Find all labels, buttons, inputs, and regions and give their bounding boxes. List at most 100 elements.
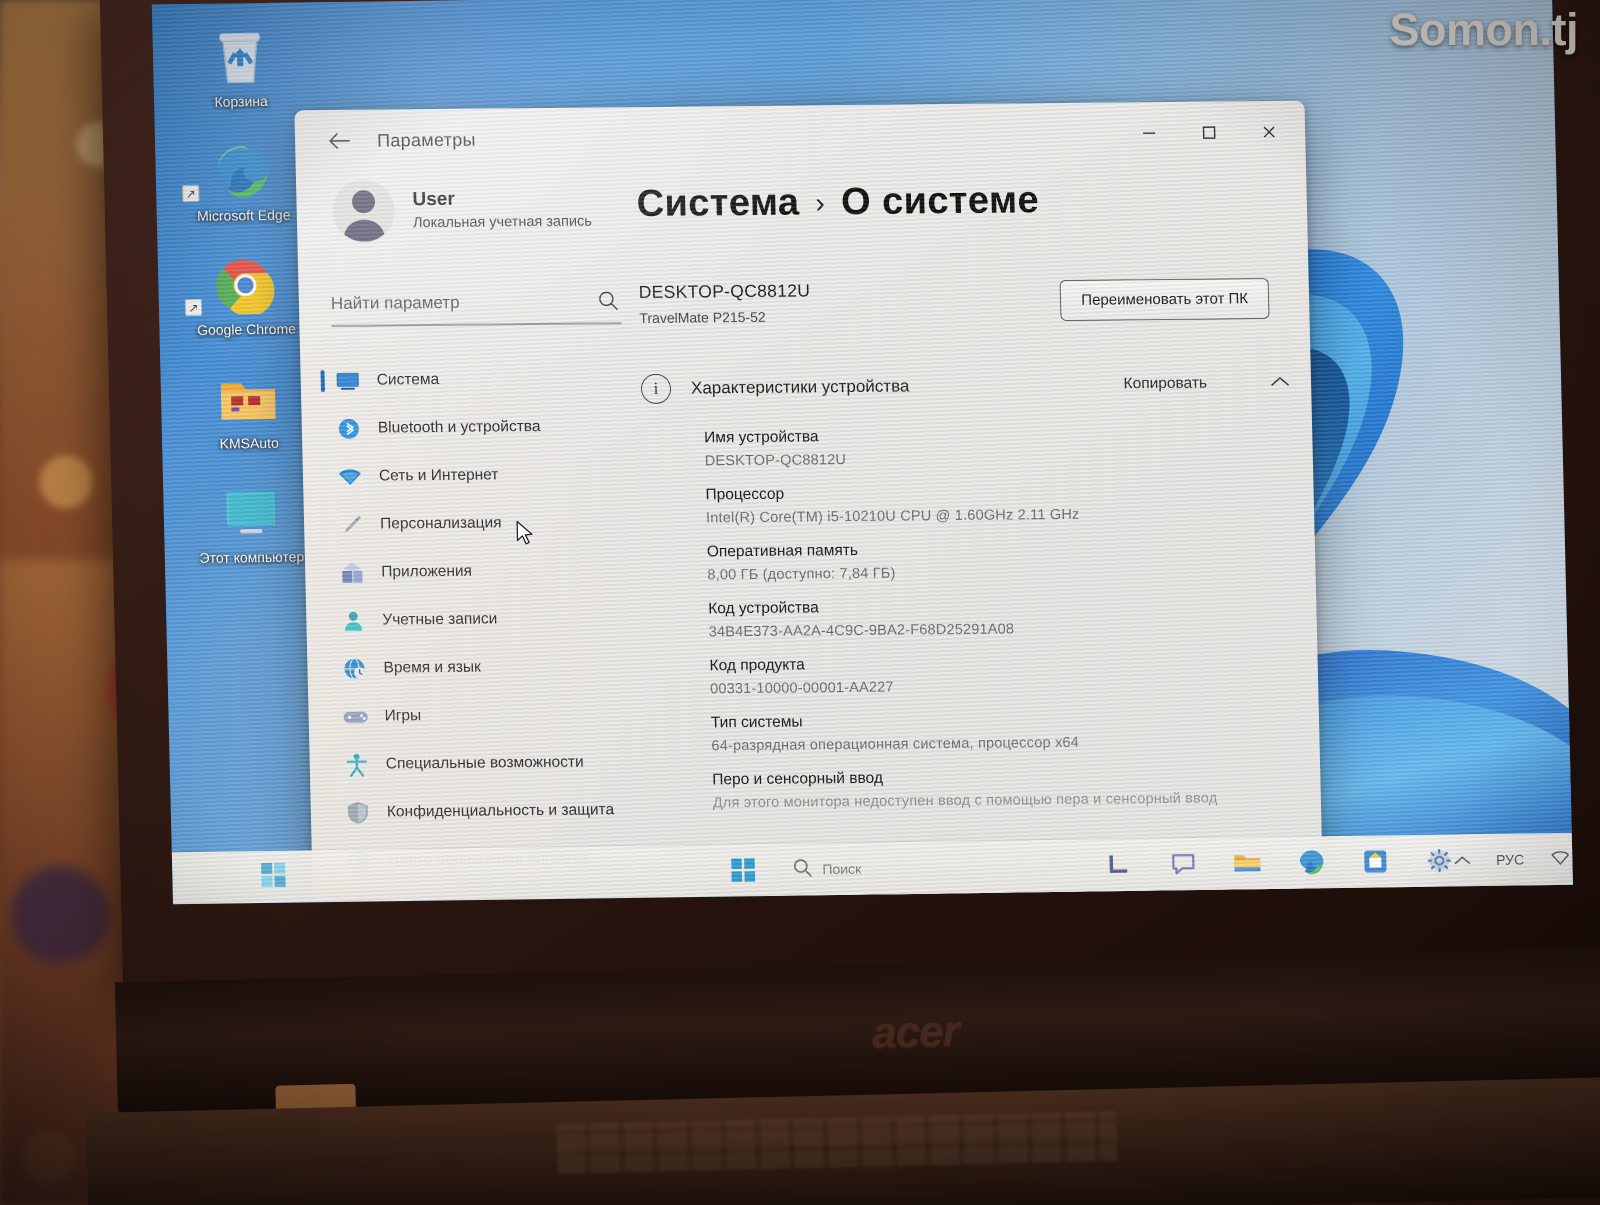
sidebar-item-label: Учетные записи	[382, 610, 498, 629]
language-indicator[interactable]: РУС	[1496, 851, 1524, 867]
desktop-icon-label: Google Chrome	[196, 320, 297, 339]
this-pc-icon	[185, 481, 317, 547]
search-icon	[597, 289, 620, 316]
laptop-screen: Корзина ↗ Microsoft Edge ↗ Google Chrome…	[151, 0, 1573, 905]
window-controls	[1119, 109, 1300, 157]
sidebar-item-label: Игры	[384, 707, 422, 725]
acer-brand-logo: acer	[871, 1006, 960, 1058]
rename-pc-button[interactable]: Переименовать этот ПК	[1059, 278, 1270, 322]
desktop-icon-recycle-bin[interactable]: Корзина	[174, 24, 306, 110]
close-button[interactable]	[1239, 109, 1300, 156]
device-specifications-card: i Характеристики устройства Копировать И…	[640, 364, 1299, 812]
sidebar-item-privacy-security[interactable]: Конфиденциальность и защита	[336, 786, 623, 837]
folder-icon	[182, 367, 314, 433]
pc-identity-row: DESKTOP-QC8812U TravelMate P215-52 Переи…	[638, 276, 1270, 327]
sidebar-item-bluetooth-devices[interactable]: Bluetooth и устройства	[327, 402, 614, 453]
desktop-icon-google-chrome[interactable]: ↗ Google Chrome	[180, 253, 312, 339]
spec-key: Тип системы	[710, 713, 803, 732]
breadcrumb-parent[interactable]: Система	[636, 182, 800, 227]
chat-icon[interactable]	[1168, 849, 1199, 879]
sidebar-item-gaming[interactable]: Игры	[334, 690, 621, 741]
settings-window: Параметры User Локальная учетная запись …	[294, 100, 1324, 901]
bluetooth-icon	[336, 416, 363, 442]
desktop-icon-label: Microsoft Edge	[196, 206, 291, 225]
spec-key: Имя устройства	[703, 428, 819, 447]
spec-value: Intel(R) Core(TM) i5-10210U CPU @ 1.60GH…	[705, 506, 1080, 527]
spec-value: DESKTOP-QC8812U	[704, 452, 847, 470]
taskbar-search-label: Поиск	[822, 860, 862, 878]
settings-gear-icon[interactable]	[1424, 845, 1455, 875]
back-button[interactable]	[319, 123, 360, 159]
account-subtitle: Локальная учетная запись	[412, 213, 592, 232]
sidebar-item-label: Конфиденциальность и защита	[386, 801, 615, 821]
window-body: User Локальная учетная запись Найти пара…	[296, 163, 1324, 900]
window-titlebar: Параметры	[294, 101, 1306, 173]
info-icon: i	[640, 373, 672, 405]
breadcrumb: Система › О системе	[636, 177, 1267, 226]
pc-model: TravelMate P215-52	[639, 308, 766, 327]
spec-value: 8,00 ГБ (доступно: 7,84 ГБ)	[707, 565, 896, 584]
site-watermark: Somon.tj	[1389, 4, 1579, 55]
taskbar-search[interactable]: Поиск	[792, 856, 861, 882]
time-language-icon	[341, 656, 368, 682]
network-tray-icon[interactable]	[1550, 848, 1570, 869]
sidebar-item-network-internet[interactable]: Сеть и Интернет	[328, 450, 615, 501]
store-icon[interactable]	[1360, 846, 1391, 876]
sidebar-item-label: Сеть и Интернет	[378, 466, 499, 485]
sidebar-item-time-language[interactable]: Время и язык	[333, 642, 620, 693]
desktop-icon-this-pc[interactable]: Этот компьютер	[185, 481, 317, 567]
chevron-up-icon[interactable]	[1454, 852, 1470, 868]
shortcut-arrow-icon: ↗	[184, 299, 203, 317]
window-title: Параметры	[376, 129, 476, 151]
spec-value: Для этого монитора недоступен ввод с пом…	[712, 790, 1218, 812]
device-specifications-header[interactable]: i Характеристики устройства Копировать	[640, 368, 1290, 405]
sidebar-item-label: Система	[376, 370, 440, 389]
sidebar-item-accounts[interactable]: Учетные записи	[332, 594, 619, 645]
spec-key: Процессор	[705, 485, 785, 504]
file-explorer-icon[interactable]	[1232, 848, 1263, 878]
network-icon	[337, 464, 364, 490]
sidebar-nav-list: Система Bluetooth и устройства Сеть и Ин…	[326, 354, 624, 885]
edge-icon[interactable]	[1296, 847, 1327, 877]
desktop-icon-kmsauto[interactable]: KMSAuto	[182, 367, 314, 453]
desktop-icon-microsoft-edge[interactable]: ↗ Microsoft Edge	[177, 138, 309, 224]
search-box[interactable]	[330, 289, 622, 328]
task-view-icon[interactable]	[1104, 850, 1135, 880]
system-icon	[334, 368, 361, 394]
taskbar-system-tray: РУС	[1454, 848, 1573, 871]
sidebar-item-apps[interactable]: Приложения	[331, 546, 618, 597]
user-avatar-icon	[332, 179, 396, 242]
account-name: User	[412, 188, 455, 211]
windows-start-icon[interactable]	[728, 855, 759, 885]
sidebar-item-label: Время и язык	[383, 658, 482, 677]
spec-key: Код продукта	[709, 656, 806, 675]
settings-sidebar: User Локальная учетная запись Найти пара…	[296, 169, 643, 900]
maximize-button[interactable]	[1179, 109, 1240, 156]
pc-name: DESKTOP-QC8812U	[638, 280, 811, 303]
accounts-icon	[340, 608, 367, 634]
taskbar-corner-icon[interactable]	[260, 862, 291, 892]
sidebar-item-accessibility[interactable]: Специальные возможности	[335, 738, 622, 789]
minimize-button[interactable]	[1119, 110, 1180, 157]
desktop-icon-label: Этот компьютер	[199, 548, 305, 567]
recycle-bin-icon	[174, 24, 306, 90]
spec-key: Перо и сенсорный ввод	[712, 769, 884, 789]
sidebar-item-label: Bluetooth и устройства	[377, 417, 541, 437]
spec-value: 34B4E373-AA2A-4C9C-9BA2-F68D25291A08	[708, 621, 1015, 641]
search-icon	[792, 857, 813, 882]
spec-key: Оперативная память	[706, 541, 859, 561]
chevron-up-icon[interactable]	[1271, 374, 1289, 392]
sidebar-item-label: Персонализация	[379, 514, 502, 533]
spec-value: 64-разрядная операционная система, проце…	[711, 734, 1080, 755]
brush-icon	[338, 512, 365, 538]
chrome-icon: ↗	[180, 253, 312, 319]
sidebar-item-system[interactable]: Система	[326, 354, 613, 405]
apps-icon	[339, 560, 366, 586]
gaming-icon	[342, 704, 369, 730]
chevron-right-icon: ›	[815, 186, 826, 218]
desktop-icon-list: Корзина ↗ Microsoft Edge ↗ Google Chrome…	[174, 24, 317, 596]
copy-button[interactable]: Копировать	[1123, 375, 1207, 394]
account-card[interactable]: User Локальная учетная запись	[332, 177, 609, 242]
search-input[interactable]	[330, 291, 572, 315]
sidebar-item-personalization[interactable]: Персонализация	[330, 498, 617, 549]
